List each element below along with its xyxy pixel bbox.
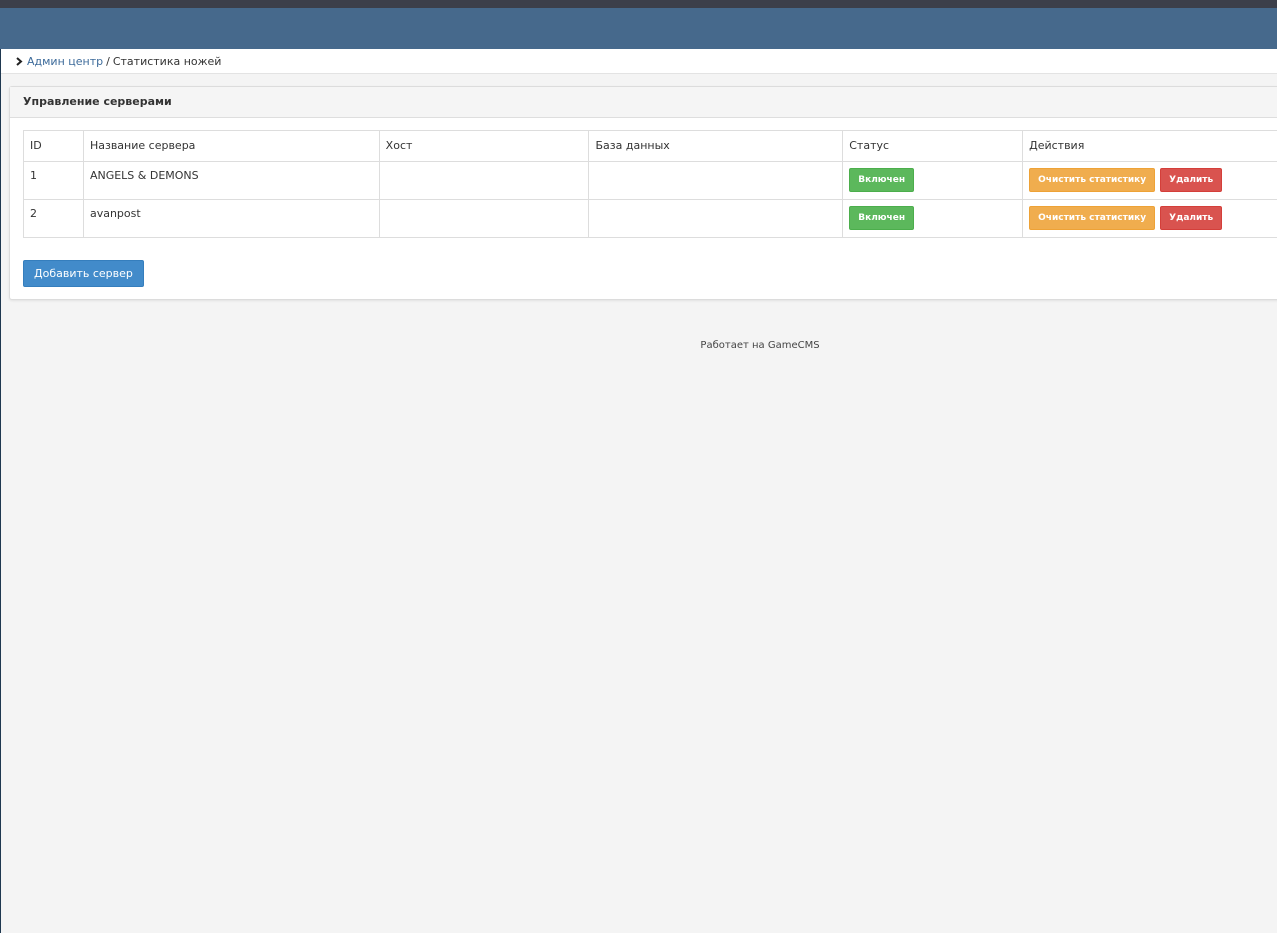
cell-id: 1 xyxy=(23,161,84,200)
cell-status: Включен xyxy=(842,199,1024,238)
window-top-strip xyxy=(0,0,1277,8)
cell-status: Включен xyxy=(842,161,1024,200)
cell-host xyxy=(378,161,590,200)
cell-actions: Очистить статистику Удалить xyxy=(1022,199,1277,238)
chevron-right-icon xyxy=(15,50,24,75)
breadcrumb-current: Статистика ножей xyxy=(112,55,222,68)
header-status: Статус xyxy=(842,130,1024,162)
status-toggle-button[interactable]: Включен xyxy=(849,168,915,192)
table-header-row: ID Название сервера Хост База данных Ста… xyxy=(23,130,1277,162)
status-toggle-button[interactable]: Включен xyxy=(849,206,915,230)
header-id: ID xyxy=(23,130,84,162)
delete-server-button[interactable]: Удалить xyxy=(1160,206,1223,230)
cell-id: 2 xyxy=(23,199,84,238)
header-server-name: Название сервера xyxy=(82,130,380,162)
cell-database xyxy=(588,199,844,238)
clear-stats-button[interactable]: Очистить статистику xyxy=(1029,206,1156,230)
delete-server-button[interactable]: Удалить xyxy=(1160,168,1223,192)
footer-powered-by: Работает на GameCMS xyxy=(700,340,820,351)
clear-stats-button[interactable]: Очистить статистику xyxy=(1029,168,1156,192)
header-database: База данных xyxy=(588,130,844,162)
breadcrumb-admin-link[interactable]: Админ центр xyxy=(27,55,103,68)
left-border xyxy=(0,49,1,933)
cell-host xyxy=(378,199,590,238)
browser-viewport: Админ центр / Статистика ножей Управление … xyxy=(0,0,1277,933)
header-actions: Действия xyxy=(1022,130,1277,162)
breadcrumb: Админ центр / Статистика ножей xyxy=(1,49,1277,74)
breadcrumb-separator: / xyxy=(106,55,110,68)
cell-actions: Очистить статистику Удалить xyxy=(1022,161,1277,200)
table-row: 2 avanpost Включен Очистить статистику Уд… xyxy=(23,199,1277,238)
add-server-button[interactable]: Добавить сервер xyxy=(23,260,144,287)
cell-database xyxy=(588,161,844,200)
table-row: 1 ANGELS & DEMONS Включен Очистить стати… xyxy=(23,161,1277,200)
site-header xyxy=(0,8,1277,49)
servers-panel: Управление серверами ID Название сервера… xyxy=(9,86,1277,300)
cell-server-name: ANGELS & DEMONS xyxy=(82,161,380,200)
cell-server-name: avanpost xyxy=(82,199,380,238)
panel-title: Управление серверами xyxy=(10,87,1277,118)
header-host: Хост xyxy=(378,130,590,162)
servers-table: ID Название сервера Хост База данных Ста… xyxy=(23,130,1277,238)
